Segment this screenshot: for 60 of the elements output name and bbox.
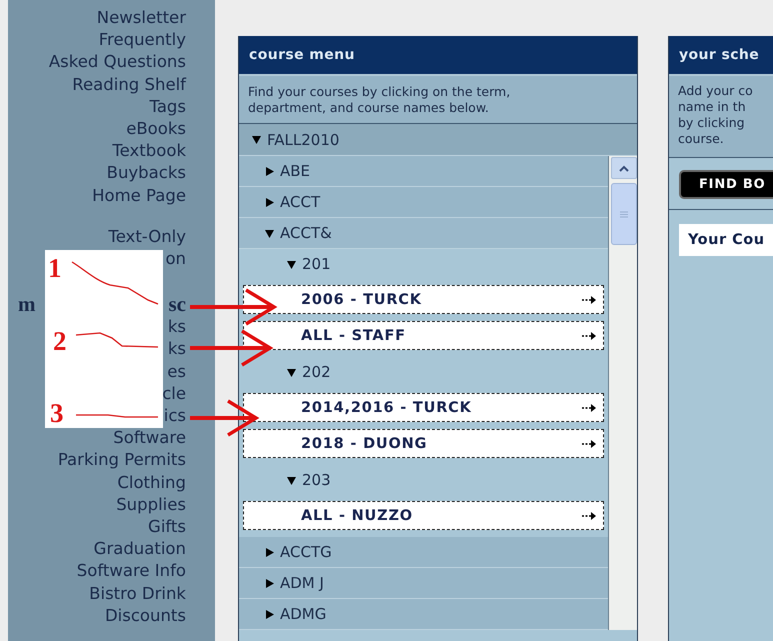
sidebar-heading: sc — [168, 292, 186, 316]
tree-item[interactable]: ADMG — [239, 599, 608, 630]
sidebar-link[interactable]: ks — [168, 338, 186, 361]
course-link[interactable]: ALL - STAFF — [243, 321, 604, 350]
course-link[interactable]: 2006 - TURCK — [243, 285, 604, 314]
tree-item[interactable]: ACCT& — [239, 218, 608, 249]
panel-description: name in th — [678, 99, 747, 115]
sidebar-link[interactable]: eBooks — [126, 118, 186, 140]
sidebar-link[interactable]: Gifts — [148, 516, 186, 538]
sidebar-link[interactable]: Software Info — [76, 560, 186, 583]
course-link[interactable]: 2014,2016 - TURCK — [243, 393, 604, 422]
sidebar-link[interactable]: Buybacks — [106, 162, 186, 185]
sidebar-link[interactable]: Bistro Drink — [89, 582, 186, 605]
sidebar-link[interactable]: Graduation — [94, 538, 186, 560]
sidebar-link[interactable]: ics — [164, 405, 186, 428]
sidebar-link[interactable]: Discounts — [104, 604, 186, 628]
sidebar-link[interactable]: Parking Permits — [58, 449, 186, 472]
sidebar-link[interactable]: Software — [113, 427, 186, 450]
tree-item[interactable]: ADM J — [239, 568, 608, 599]
course-link[interactable]: ALL - NUZZO — [243, 501, 604, 530]
sidebar-link[interactable]: ks — [168, 316, 186, 338]
sidebar-link[interactable]: on — [165, 248, 186, 270]
tree-item[interactable]: FALL2010 — [239, 124, 637, 156]
dotted-arrow-icon — [582, 294, 597, 304]
sidebar-link[interactable]: Clothing — [117, 472, 186, 494]
sidebar-link[interactable]: Textbook — [112, 140, 186, 162]
sidebar-link[interactable]: Asked Questions — [48, 51, 186, 74]
sidebar-link[interactable]: Supplies — [116, 494, 186, 516]
annotation-number: 3 — [50, 400, 64, 427]
dotted-arrow-icon — [582, 330, 597, 340]
annotation-number: 2 — [53, 328, 66, 355]
scrollbar-thumb[interactable] — [611, 183, 637, 245]
panel-title: course menu — [239, 36, 637, 74]
sidebar-link[interactable]: cle — [162, 382, 186, 406]
panel-title: your sche — [669, 36, 773, 74]
tree-item[interactable]: ACCTG — [239, 537, 608, 568]
panel-description: Find your courses by clicking on the term, department, and course names below. — [248, 84, 512, 116]
sidebar-link[interactable]: Reading Shelf — [72, 74, 186, 96]
tree-item[interactable]: ABE — [239, 156, 608, 187]
chevron-up-icon — [619, 164, 629, 172]
dotted-arrow-icon — [582, 510, 597, 520]
tree-item[interactable]: ACCT — [239, 187, 608, 218]
courses-heading: Your Cou — [679, 224, 773, 256]
sidebar-link[interactable]: Home Page — [92, 184, 186, 207]
sidebar-link[interactable]: Newsletter — [96, 7, 186, 30]
sidebar-heading: m — [18, 292, 36, 316]
annotation-number: 1 — [48, 255, 62, 282]
sidebar-link[interactable]: es — [167, 360, 186, 383]
dotted-arrow-icon — [582, 438, 597, 448]
sidebar-link[interactable]: Text-Only — [108, 226, 186, 248]
sidebar-link[interactable]: Tags — [149, 96, 186, 118]
panel-description: Add your co — [678, 83, 754, 99]
sidebar-link[interactable]: Frequently — [98, 29, 186, 52]
scroll-up-button[interactable] — [611, 157, 637, 179]
panel-description: by clicking — [678, 115, 746, 131]
find-books-button[interactable]: FIND BO — [679, 170, 773, 199]
dotted-arrow-icon — [582, 402, 597, 412]
panel-description: course. — [678, 131, 725, 147]
grip-icon — [620, 210, 628, 218]
course-link[interactable]: 2018 - DUONG — [243, 429, 604, 458]
